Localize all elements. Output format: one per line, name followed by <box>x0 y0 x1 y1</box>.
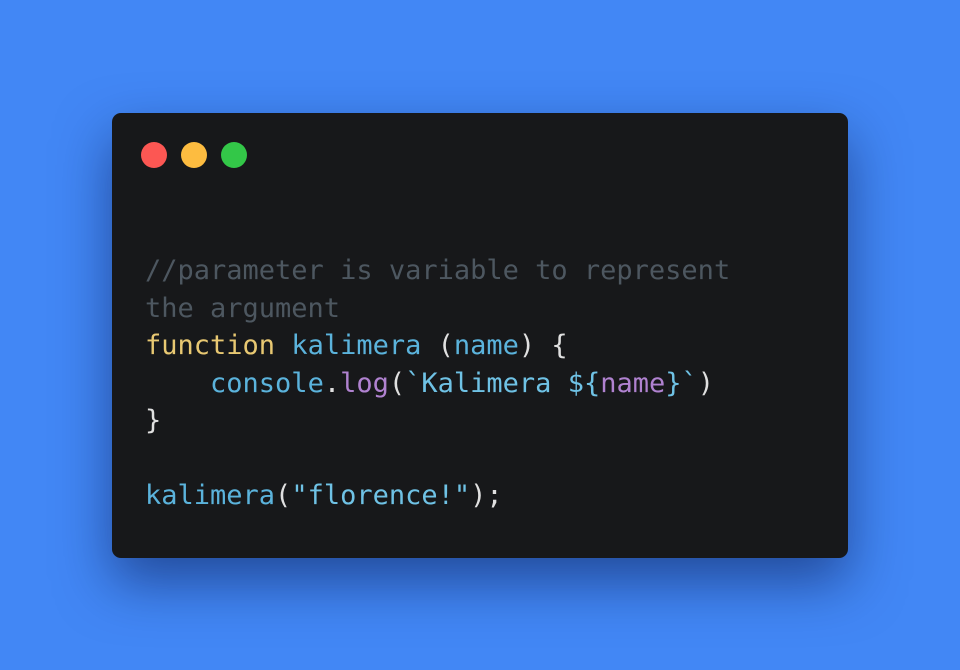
paren-token: ) <box>697 367 715 399</box>
comment-token: the argument <box>145 292 341 324</box>
code-line-3: function kalimera (name) { <box>145 327 730 365</box>
code-window: //parameter is variable to represent the … <box>112 113 848 558</box>
code-line-7: kalimera("florence!"); <box>145 477 730 515</box>
function-name-token: kalimera <box>291 330 422 361</box>
paren-brace-token: ) { <box>518 330 568 361</box>
code-line-4: console.log(`Kalimera ${name}`) <box>145 365 730 403</box>
code-block: //parameter is variable to represent the … <box>145 252 730 515</box>
paren-token: ( <box>437 330 454 361</box>
code-line-5: } <box>145 402 730 440</box>
paren-token: ( <box>388 367 406 399</box>
parameter-token: name <box>453 330 519 361</box>
interpolation-close-token: } <box>665 367 682 399</box>
call-name-token: kalimera <box>145 480 276 511</box>
window-controls <box>141 142 247 168</box>
string-token: "florence!" <box>291 480 471 511</box>
paren-token: ( <box>275 480 292 511</box>
code-line-2: the argument <box>145 290 730 328</box>
interpolation-open-token: ${ <box>567 367 601 399</box>
comment-token: //parameter is variable to represent <box>145 255 731 286</box>
call-end-token: ); <box>470 480 503 511</box>
template-end-token: ` <box>681 367 698 399</box>
minimize-button[interactable] <box>181 142 207 168</box>
close-button[interactable] <box>141 142 167 168</box>
method-token: log <box>340 367 389 399</box>
interpolation-variable-token: name <box>600 367 666 399</box>
dot-token: . <box>323 367 341 399</box>
zoom-button[interactable] <box>221 142 247 168</box>
brace-token: } <box>145 405 162 436</box>
console-token: console <box>210 367 324 399</box>
keyword-token: function <box>145 330 276 361</box>
template-string-token: `Kalimera <box>405 367 568 399</box>
code-line-1: //parameter is variable to represent <box>145 252 730 290</box>
